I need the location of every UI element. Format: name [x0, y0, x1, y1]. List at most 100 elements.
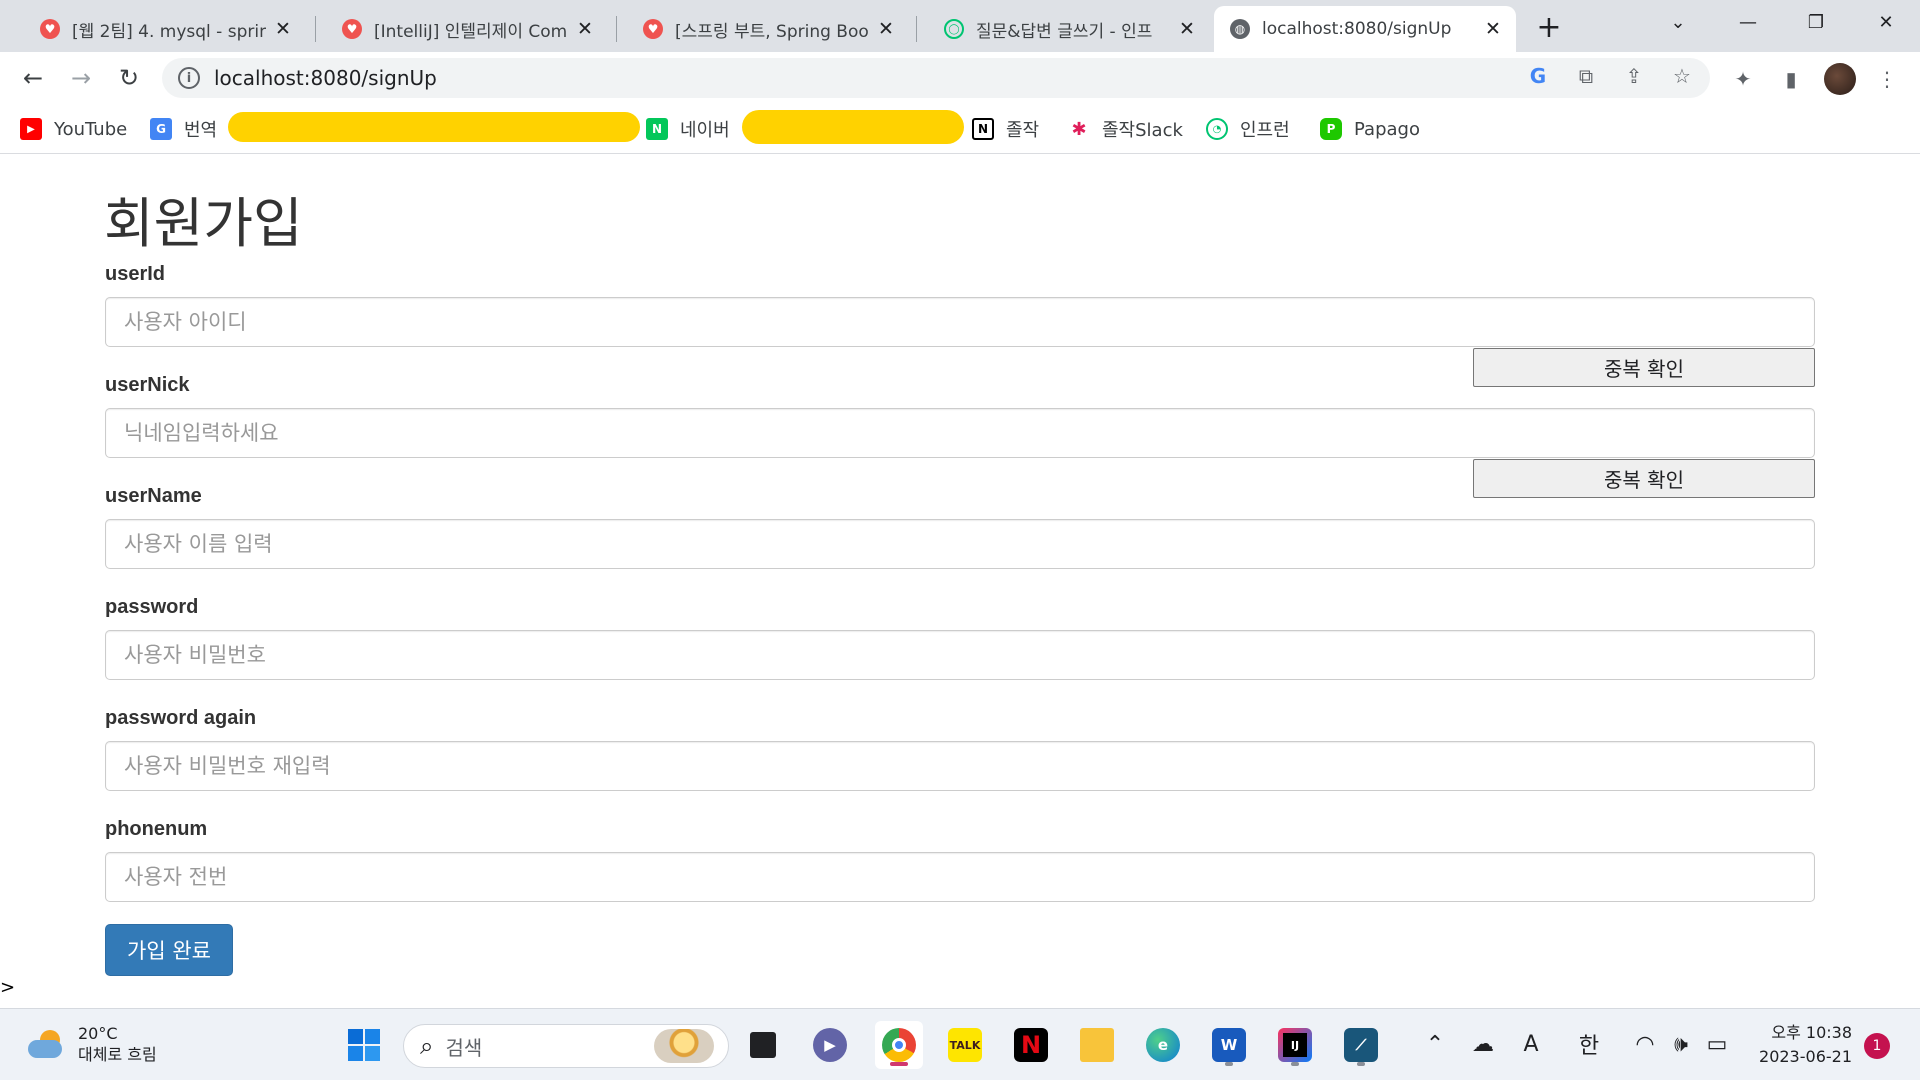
- redaction-mark: [742, 110, 964, 144]
- signup-page: 회원가입 userId 중복 확인 userNick 중복 확인 userNam…: [0, 155, 1920, 1008]
- share-icon[interactable]: ⇪: [1620, 62, 1648, 90]
- tab-separator: [916, 16, 917, 42]
- notion-icon: N: [972, 118, 994, 140]
- tab-favicon-icon: ♥: [643, 19, 663, 39]
- minimize-button[interactable]: —: [1718, 0, 1778, 44]
- browser-tab-3[interactable]: ♥ [스프링 부트, Spring Boo ✕: [627, 6, 909, 52]
- notification-badge[interactable]: 1: [1864, 1033, 1890, 1059]
- usernick-input[interactable]: [105, 408, 1815, 458]
- close-icon[interactable]: ✕: [875, 18, 897, 40]
- tab-separator: [616, 16, 617, 42]
- tab-title: [IntelliJ] 인텔리제이 Com: [374, 21, 568, 42]
- word-app[interactable]: W: [1205, 1021, 1253, 1069]
- battery-icon[interactable]: ▭: [1700, 1027, 1734, 1061]
- word-icon: W: [1212, 1028, 1246, 1062]
- usernick-label: userNick: [105, 374, 190, 396]
- chat-icon: ▶: [813, 1028, 847, 1062]
- password-again-input[interactable]: [105, 741, 1815, 791]
- system-clock[interactable]: 오후 10:38 2023-06-21: [1752, 1021, 1852, 1069]
- menu-kebab-icon[interactable]: ⋮: [1872, 64, 1902, 94]
- site-info-icon[interactable]: i: [178, 67, 200, 89]
- profile-avatar[interactable]: [1824, 63, 1856, 95]
- browser-tab-4[interactable]: ◯ 질문&답변 글쓰기 - 인프 ✕: [928, 6, 1210, 52]
- bookmark-translate[interactable]: G 번역: [150, 115, 217, 143]
- windows-taskbar: 20°C 대체로 흐림 ⌕ 검색 ▶ TALK N e W IJ ⟋ ⌃ ☁ A…: [0, 1008, 1920, 1080]
- mysql-workbench-icon: ⟋: [1344, 1028, 1378, 1062]
- slack-icon: ✱: [1071, 118, 1087, 140]
- browser-tabstrip: ♥ [웹 2팀] 4. mysql - spring ✕ ♥ [IntelliJ…: [0, 0, 1920, 52]
- userid-duplicate-check-button[interactable]: 중복 확인: [1473, 348, 1815, 387]
- youtube-icon: ▶: [20, 118, 42, 140]
- bookmark-notion[interactable]: N 졸작: [972, 115, 1039, 143]
- bookmark-papago[interactable]: P Papago: [1320, 115, 1420, 143]
- search-placeholder: 검색: [445, 1035, 483, 1060]
- edge-icon: e: [1146, 1028, 1180, 1062]
- close-icon[interactable]: ✕: [272, 18, 294, 40]
- google-lens-icon[interactable]: G: [1524, 62, 1552, 90]
- side-panel-icon[interactable]: ▮: [1776, 64, 1806, 94]
- browser-tab-active[interactable]: ◍ localhost:8080/signUp ✕: [1214, 6, 1516, 52]
- translate-icon[interactable]: ⧉: [1572, 62, 1600, 90]
- volume-icon[interactable]: 🕪: [1664, 1027, 1698, 1061]
- tab-separator: [315, 16, 316, 42]
- intellij-app[interactable]: IJ: [1271, 1021, 1319, 1069]
- tab-search-chevron-icon[interactable]: ⌄: [1648, 0, 1708, 44]
- userid-input[interactable]: [105, 297, 1815, 347]
- start-button[interactable]: [340, 1021, 388, 1069]
- clock-date: 2023-06-21: [1759, 1047, 1852, 1066]
- bookmark-slack[interactable]: ✱ 졸작Slack: [1068, 115, 1183, 143]
- kakaotalk-icon: TALK: [948, 1028, 982, 1062]
- close-icon[interactable]: ✕: [1176, 18, 1198, 40]
- onedrive-icon[interactable]: ☁: [1466, 1027, 1500, 1061]
- address-bar[interactable]: i localhost:8080/signUp: [162, 58, 1710, 98]
- weather-widget[interactable]: 20°C 대체로 흐림: [28, 1023, 157, 1065]
- close-icon[interactable]: ✕: [574, 18, 596, 40]
- restore-button[interactable]: ❐: [1786, 0, 1846, 44]
- close-window-button[interactable]: ✕: [1856, 0, 1916, 44]
- show-hidden-icons-chevron-icon[interactable]: ⌃: [1418, 1027, 1452, 1061]
- netflix-icon: N: [1014, 1028, 1048, 1062]
- close-icon[interactable]: ✕: [1482, 18, 1504, 40]
- google-translate-icon: G: [150, 118, 172, 140]
- address-url[interactable]: localhost:8080/signUp: [214, 66, 437, 90]
- bookmark-naver[interactable]: N 네이버: [646, 115, 730, 143]
- extensions-icon[interactable]: ✦: [1728, 64, 1758, 94]
- task-view-icon: [750, 1032, 776, 1058]
- file-explorer-app[interactable]: [1073, 1021, 1121, 1069]
- taskbar-search[interactable]: ⌕ 검색: [403, 1024, 729, 1068]
- inflearn-icon: ◯: [944, 19, 964, 39]
- bookmark-label: 번역: [184, 120, 218, 141]
- usernick-duplicate-check-button[interactable]: 중복 확인: [1473, 459, 1815, 498]
- bookmark-label: 졸작: [1006, 120, 1040, 141]
- bookmark-inflearn[interactable]: ◔ 인프런: [1206, 115, 1290, 143]
- folder-icon: [1080, 1028, 1114, 1062]
- username-input[interactable]: [105, 519, 1815, 569]
- forward-button[interactable]: →: [62, 59, 100, 97]
- wifi-icon[interactable]: ◠: [1628, 1027, 1662, 1061]
- reload-button[interactable]: ↻: [110, 59, 148, 97]
- new-tab-button[interactable]: +: [1532, 10, 1566, 45]
- weather-description: 대체로 흐림: [78, 1045, 157, 1064]
- bookmark-label: YouTube: [54, 118, 128, 140]
- font-indicator[interactable]: A: [1514, 1027, 1548, 1061]
- bookmark-youtube[interactable]: ▶ YouTube: [20, 115, 127, 143]
- phonenum-input[interactable]: [105, 852, 1815, 902]
- bookmark-star-icon[interactable]: ☆: [1668, 62, 1696, 90]
- password-input[interactable]: [105, 630, 1815, 680]
- edge-app[interactable]: e: [1139, 1021, 1187, 1069]
- ime-indicator[interactable]: 한: [1572, 1027, 1606, 1061]
- back-button[interactable]: ←: [14, 59, 52, 97]
- browser-tab-2[interactable]: ♥ [IntelliJ] 인텔리제이 Com ✕: [326, 6, 608, 52]
- task-view-button[interactable]: [739, 1021, 787, 1069]
- netflix-app[interactable]: N: [1007, 1021, 1055, 1069]
- tab-title: localhost:8080/signUp: [1262, 19, 1452, 39]
- search-icon: ⌕: [420, 1032, 434, 1060]
- bookmark-label: 졸작Slack: [1102, 120, 1183, 141]
- username-label: userName: [105, 485, 202, 507]
- kakaotalk-app[interactable]: TALK: [941, 1021, 989, 1069]
- signup-submit-button[interactable]: 가입 완료: [105, 924, 233, 976]
- teams-chat-app[interactable]: ▶: [806, 1021, 854, 1069]
- chrome-app[interactable]: [875, 1021, 923, 1069]
- browser-tab-1[interactable]: ♥ [웹 2팀] 4. mysql - spring ✕: [24, 6, 306, 52]
- mysql-workbench-app[interactable]: ⟋: [1337, 1021, 1385, 1069]
